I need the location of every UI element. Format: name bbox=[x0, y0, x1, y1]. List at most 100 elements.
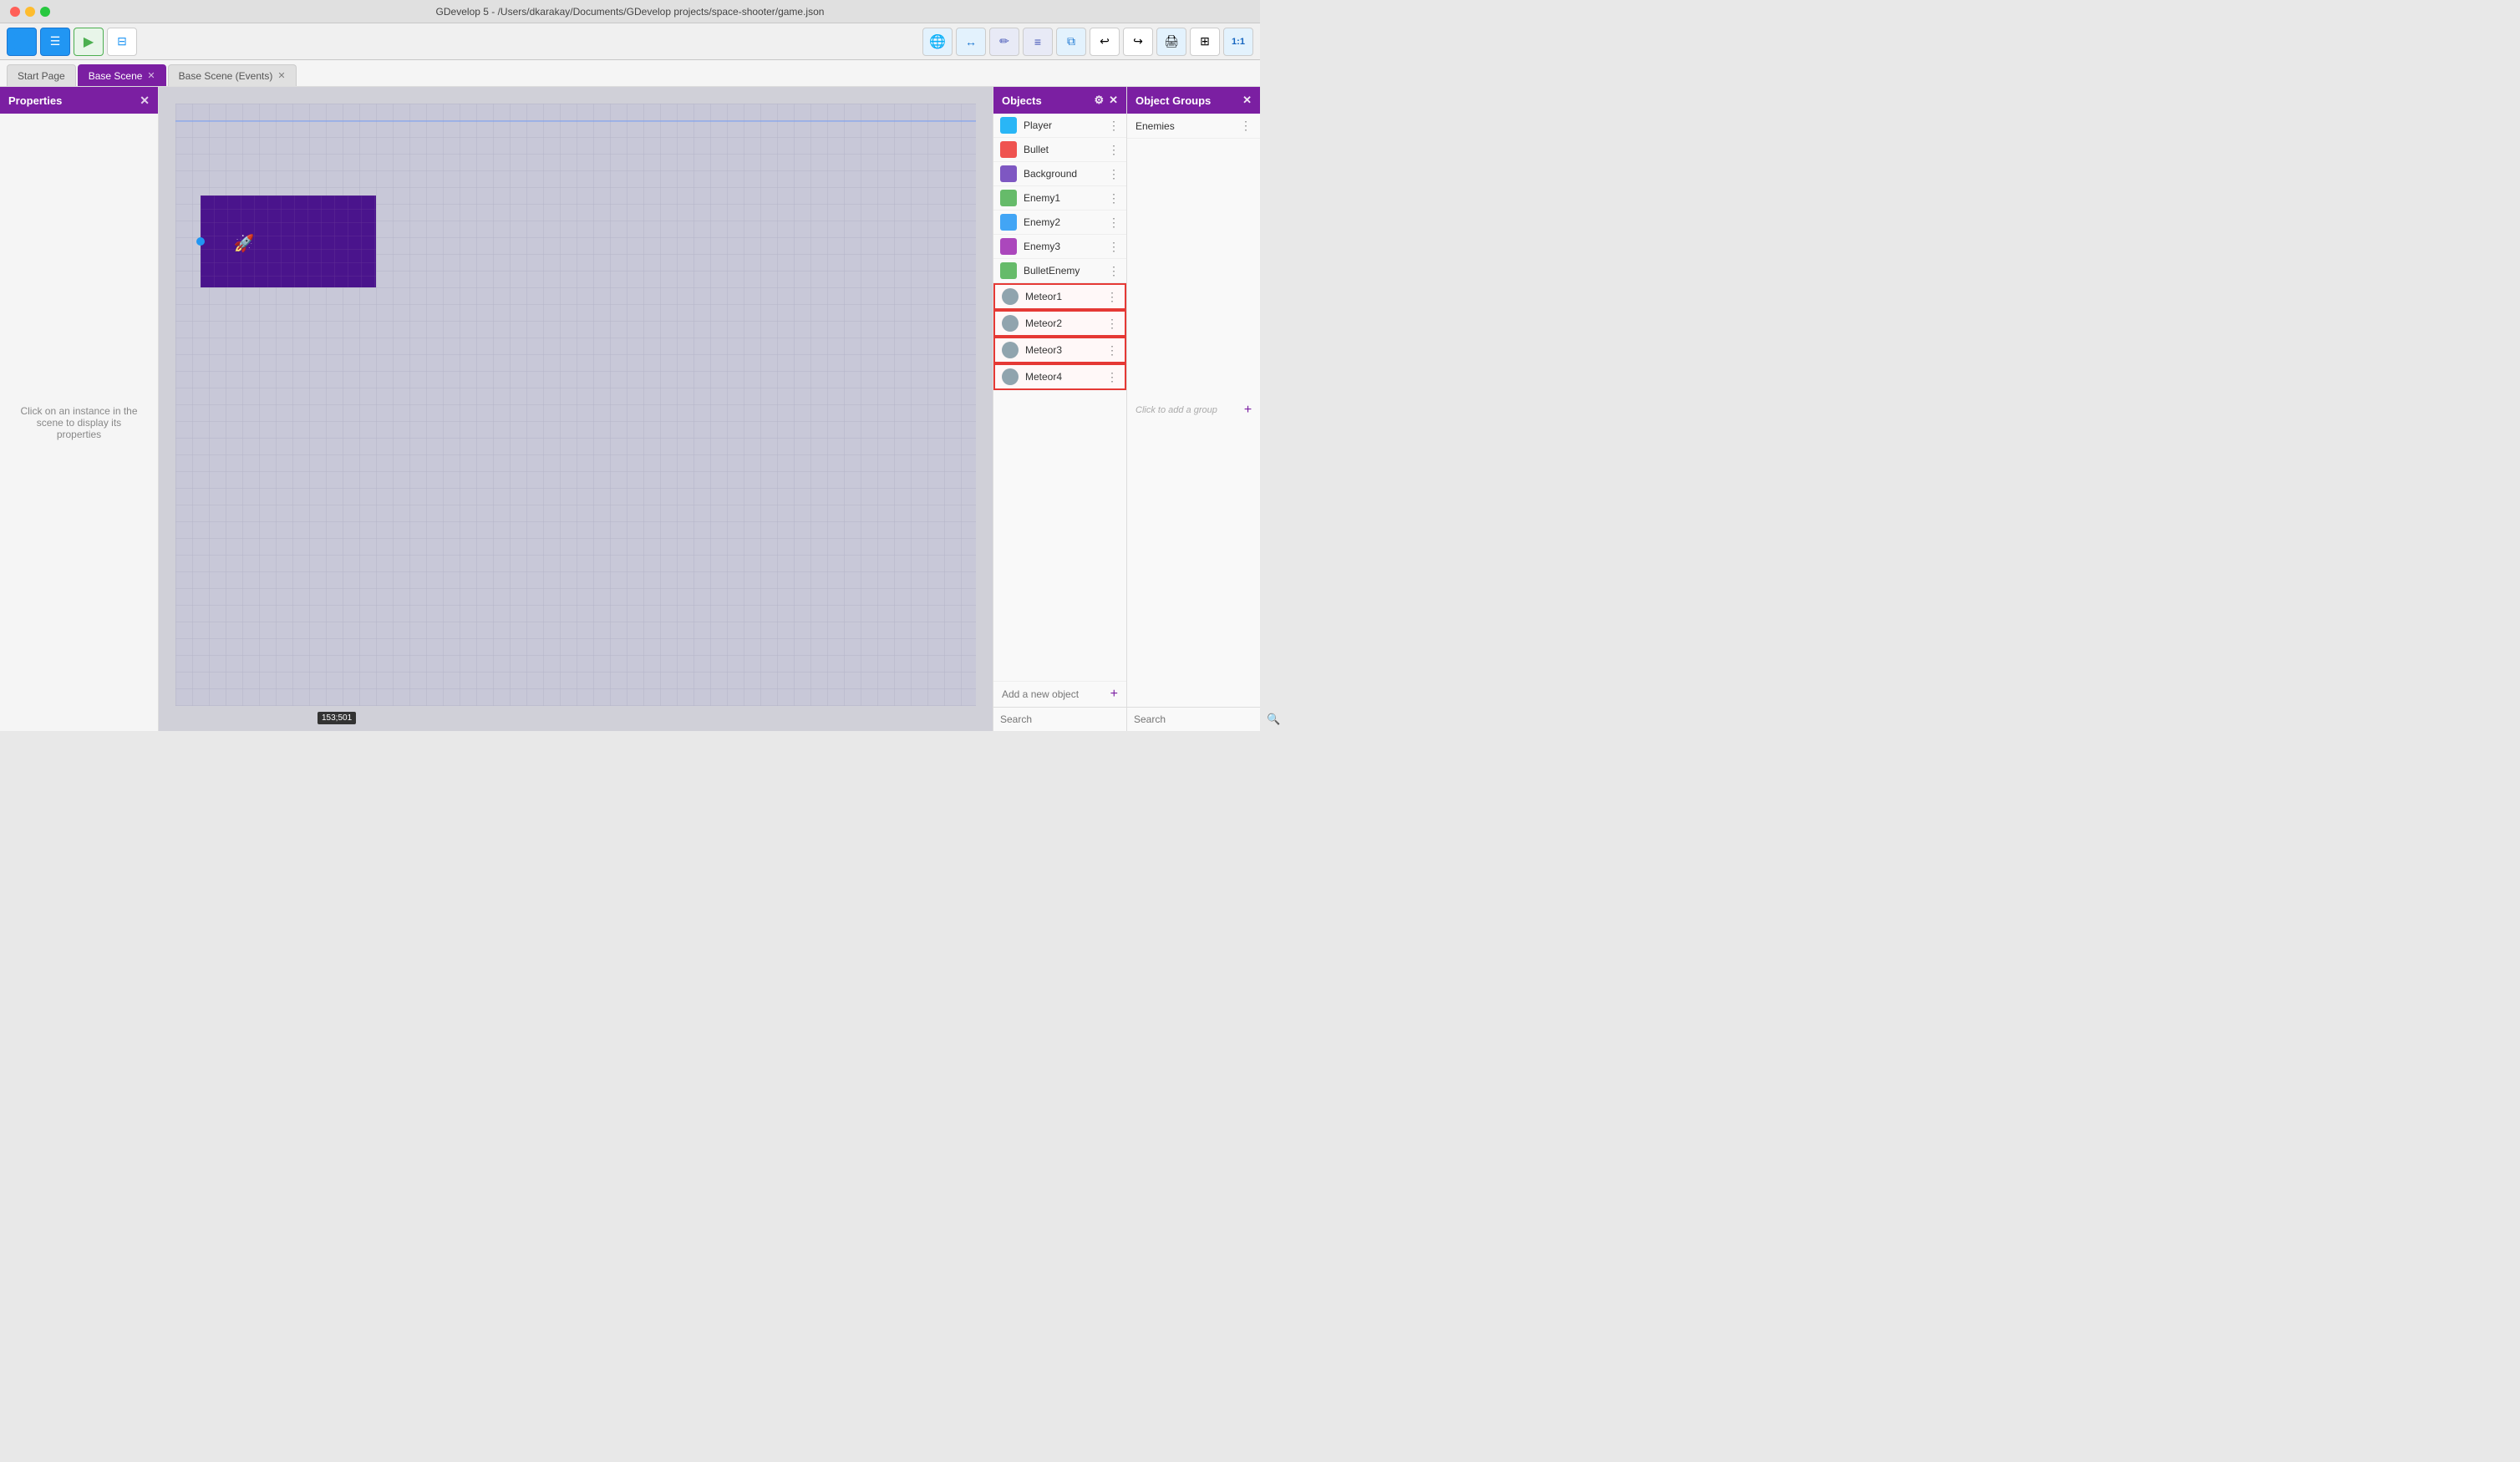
canvas-grid: 🚀 bbox=[175, 104, 976, 706]
object-icon-player bbox=[1000, 117, 1017, 134]
object-icon-meteor3 bbox=[1002, 342, 1019, 358]
object-menu-meteor2[interactable]: ⋮ bbox=[1106, 317, 1118, 331]
object-menu-enemy3[interactable]: ⋮ bbox=[1108, 240, 1120, 254]
groups-search-input[interactable] bbox=[1134, 713, 1263, 725]
tab-base-scene-events-close[interactable]: ✕ bbox=[277, 70, 285, 81]
objects-search-input[interactable] bbox=[1000, 713, 1130, 725]
window-title: GDevelop 5 - /Users/dkarakay/Documents/G… bbox=[436, 6, 825, 18]
toolbar-right: 🌐 ↔ ✏ ≡ ⧉ ↩ ↪ 🖨 ⊞ 1:1 bbox=[922, 28, 1253, 56]
canvas-area[interactable]: 🚀 153;501 bbox=[159, 87, 993, 731]
object-menu-enemy2[interactable]: ⋮ bbox=[1108, 216, 1120, 230]
object-item-meteor2[interactable]: Meteor2 ⋮ bbox=[993, 310, 1126, 337]
object-menu-meteor4[interactable]: ⋮ bbox=[1106, 370, 1118, 384]
object-name-enemy1: Enemy1 bbox=[1024, 192, 1101, 204]
objects-panel-toggle[interactable] bbox=[7, 28, 37, 56]
undo-button[interactable]: ↩ bbox=[1090, 28, 1120, 56]
redo-button[interactable]: ↪ bbox=[1123, 28, 1153, 56]
toolbar: ☰ ▶ ⊟ 🌐 ↔ ✏ ≡ ⧉ ↩ ↪ 🖨 ⊞ 1:1 bbox=[0, 23, 1260, 60]
properties-hint: Click on an instance in the scene to dis… bbox=[0, 114, 158, 731]
platform-button[interactable]: ⊟ bbox=[107, 28, 137, 56]
object-menu-bulletenemy[interactable]: ⋮ bbox=[1108, 264, 1120, 278]
object-name-bullet: Bullet bbox=[1024, 144, 1101, 155]
object-name-meteor3: Meteor3 bbox=[1025, 344, 1100, 356]
layers-button[interactable]: ⧉ bbox=[1056, 28, 1086, 56]
zoom-button[interactable]: 1:1 bbox=[1223, 28, 1253, 56]
groups-header: Object Groups ✕ bbox=[1127, 87, 1260, 114]
transform-button[interactable]: ↔ bbox=[956, 28, 986, 56]
canvas-top-line bbox=[175, 120, 976, 122]
object-item-enemy1[interactable]: Enemy1 ⋮ bbox=[993, 186, 1126, 211]
canvas-scene[interactable]: 🚀 bbox=[201, 195, 376, 287]
object-name-enemy3: Enemy3 bbox=[1024, 241, 1101, 252]
object-item-enemy2[interactable]: Enemy2 ⋮ bbox=[993, 211, 1126, 235]
object-item-meteor1[interactable]: Meteor1 ⋮ bbox=[993, 283, 1126, 310]
object-item-meteor4[interactable]: Meteor4⋮ bbox=[993, 363, 1126, 390]
object-menu-meteor1[interactable]: ⋮ bbox=[1106, 290, 1118, 304]
objects-search-bar: 🔍 bbox=[993, 707, 1126, 731]
add-object-plus-icon[interactable]: + bbox=[1110, 687, 1118, 702]
object-item-bulletenemy[interactable]: BulletEnemy ⋮ bbox=[993, 259, 1126, 283]
resize-handle[interactable] bbox=[196, 237, 205, 246]
object-item-bullet[interactable]: Bullet ⋮ bbox=[993, 138, 1126, 162]
objects-header: Objects ⚙ ✕ bbox=[993, 87, 1126, 114]
groups-title: Object Groups bbox=[1136, 94, 1211, 107]
object-item-background[interactable]: Background ⋮ bbox=[993, 162, 1126, 186]
maximize-traffic-light[interactable] bbox=[40, 7, 50, 17]
object-icon-bullet bbox=[1000, 141, 1017, 158]
properties-close-button[interactable]: ✕ bbox=[140, 94, 150, 108]
object-item-meteor3[interactable]: Meteor3 ⋮ bbox=[993, 337, 1126, 363]
close-traffic-light[interactable] bbox=[10, 7, 20, 17]
object-menu-bullet[interactable]: ⋮ bbox=[1108, 143, 1120, 157]
objects-close-icon[interactable]: ✕ bbox=[1109, 94, 1118, 107]
tab-start-page[interactable]: Start Page bbox=[7, 64, 76, 86]
player-instance[interactable]: 🚀 bbox=[234, 233, 254, 253]
group-menu-enemies[interactable]: ⋮ bbox=[1240, 119, 1252, 133]
group-name-enemies: Enemies bbox=[1136, 120, 1175, 132]
list-button[interactable]: ≡ bbox=[1023, 28, 1053, 56]
object-name-meteor2: Meteor2 bbox=[1025, 317, 1100, 329]
globe-button[interactable]: 🌐 bbox=[922, 28, 953, 56]
group-item-enemies[interactable]: Enemies ⋮ bbox=[1127, 114, 1260, 139]
groups-empty-space bbox=[1127, 423, 1260, 707]
object-icon-meteor2 bbox=[1002, 315, 1019, 332]
object-name-bulletenemy: BulletEnemy bbox=[1024, 265, 1101, 277]
object-item-player[interactable]: Player ⋮ bbox=[993, 114, 1126, 138]
object-icon-bulletenemy bbox=[1000, 262, 1017, 279]
object-name-enemy2: Enemy2 bbox=[1024, 216, 1101, 228]
tab-base-scene[interactable]: Base Scene ✕ bbox=[78, 64, 166, 86]
groups-header-icons: ✕ bbox=[1242, 94, 1252, 107]
object-icon-background bbox=[1000, 165, 1017, 182]
add-group-plus-icon[interactable]: + bbox=[1244, 403, 1252, 418]
object-name-player: Player bbox=[1024, 119, 1101, 131]
events-panel-toggle[interactable]: ☰ bbox=[40, 28, 70, 56]
play-button[interactable]: ▶ bbox=[74, 28, 104, 56]
object-icon-meteor1 bbox=[1002, 288, 1019, 305]
tab-base-scene-events[interactable]: Base Scene (Events) ✕ bbox=[168, 64, 297, 86]
groups-close-icon[interactable]: ✕ bbox=[1242, 94, 1252, 107]
object-icon-meteor4 bbox=[1002, 368, 1019, 385]
objects-filter-icon[interactable]: ⚙ bbox=[1094, 94, 1104, 107]
title-bar: GDevelop 5 - /Users/dkarakay/Documents/G… bbox=[0, 0, 1260, 23]
objects-header-icons: ⚙ ✕ bbox=[1094, 94, 1118, 107]
edit-button[interactable]: ✏ bbox=[989, 28, 1019, 56]
objects-title: Objects bbox=[1002, 94, 1042, 107]
export-button[interactable]: 🖨 bbox=[1156, 28, 1186, 56]
grid-button[interactable]: ⊞ bbox=[1190, 28, 1220, 56]
object-item-enemy3[interactable]: Enemy3 ⋮ bbox=[993, 235, 1126, 259]
object-menu-enemy1[interactable]: ⋮ bbox=[1108, 191, 1120, 206]
properties-title: Properties bbox=[8, 94, 62, 107]
object-menu-background[interactable]: ⋮ bbox=[1108, 167, 1120, 181]
object-name-meteor1: Meteor1 bbox=[1025, 291, 1100, 302]
traffic-lights bbox=[10, 7, 50, 17]
minimize-traffic-light[interactable] bbox=[25, 7, 35, 17]
properties-header: Properties ✕ bbox=[0, 87, 158, 114]
tab-base-scene-close[interactable]: ✕ bbox=[147, 70, 155, 81]
main-layout: Properties ✕ Click on an instance in the… bbox=[0, 87, 1260, 731]
scene-content: 🚀 bbox=[201, 195, 376, 287]
object-menu-meteor3[interactable]: ⋮ bbox=[1106, 343, 1118, 358]
object-menu-player[interactable]: ⋮ bbox=[1108, 119, 1120, 133]
add-object-button[interactable]: Add a new object + bbox=[993, 681, 1126, 707]
groups-panel: Object Groups ✕ Enemies ⋮ Click to add a … bbox=[1126, 87, 1260, 731]
add-group-button[interactable]: Click to add a group + bbox=[1127, 398, 1260, 423]
object-name-background: Background bbox=[1024, 168, 1101, 180]
